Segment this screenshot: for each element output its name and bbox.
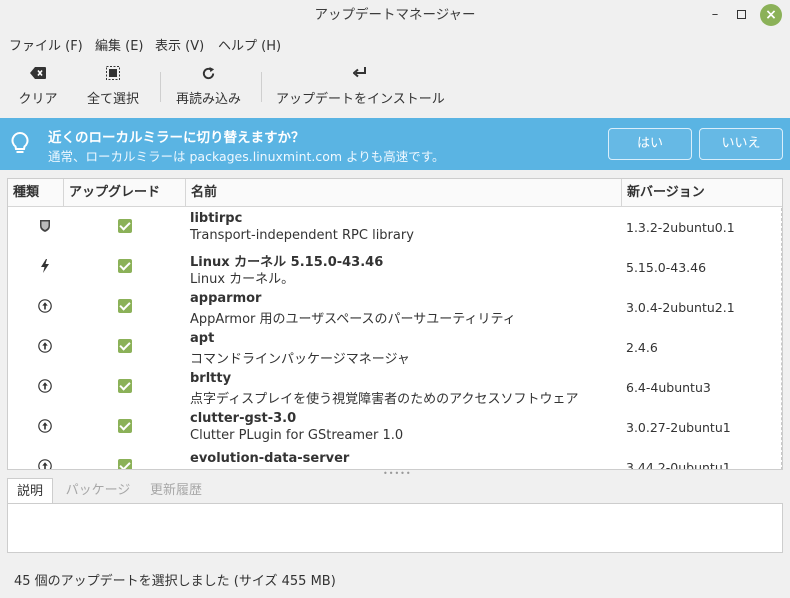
maximize-icon [736, 10, 746, 19]
yes-button[interactable]: はい [608, 128, 692, 160]
column-type[interactable]: 種類 [8, 179, 64, 207]
mirror-infobar: 近くのローカルミラーに切り替えますか？ 通常、ローカルミラーは packages… [0, 118, 790, 170]
maximize-button[interactable] [729, 0, 753, 30]
package-version: 3.0.27-2ubuntu1 [626, 420, 731, 435]
title-bar: アップデートマネージャー [0, 0, 790, 30]
shield-icon [28, 219, 62, 237]
up-arrow-icon [28, 299, 62, 317]
window-title: アップデートマネージャー [314, 7, 476, 23]
package-version: 3.44.2-0ubuntu1 [626, 460, 731, 470]
toolbar-separator [160, 72, 161, 102]
package-description: Linux カーネル。 [190, 272, 295, 287]
table-row[interactable]: brltty 点字ディスプレイを使う視覚障害者のためのアクセスソフトウェア 6.… [8, 368, 782, 408]
package-description: AppArmor 用のユーザスペースのパーサユーティリティ [190, 312, 516, 327]
package-description: Transport-independent RPC library [190, 228, 414, 243]
package-version: 3.0.4-2ubuntu2.1 [626, 300, 735, 315]
package-description: コマンドラインパッケージマネージャ [190, 352, 410, 367]
upgrade-checkbox[interactable] [118, 459, 132, 469]
refresh-label: 再読み込み [176, 92, 242, 107]
upgrade-checkbox[interactable] [118, 379, 132, 393]
package-version: 1.3.2-2ubuntu0.1 [626, 220, 735, 235]
column-upgrade[interactable]: アップグレード [64, 179, 186, 207]
status-text: 45 個のアップデートを選択しました (サイズ 455 MB) [14, 574, 336, 589]
lightning-icon [28, 259, 62, 277]
menu-view[interactable]: 表示 (V) [155, 35, 204, 54]
package-name: apparmor [190, 291, 262, 306]
minimize-button[interactable]: – [703, 0, 727, 30]
package-name: clutter-gst-3.0 [190, 411, 297, 426]
tab-description[interactable]: 説明 [7, 478, 53, 504]
table-row[interactable]: libtirpc Transport-independent RPC libra… [8, 208, 782, 248]
table-row[interactable]: Linux カーネル 5.15.0-43.46 Linux カーネル。 5.15… [8, 248, 782, 288]
up-arrow-icon [28, 419, 62, 437]
install-button[interactable]: アップデートをインストール [276, 66, 445, 107]
select-all-button[interactable]: 全て選択 [86, 66, 140, 107]
install-label: アップデートをインストール [276, 92, 445, 107]
menu-help[interactable]: ヘルプ (H) [218, 35, 281, 54]
upgrade-checkbox[interactable] [118, 299, 132, 313]
refresh-button[interactable]: 再読み込み [176, 66, 242, 107]
up-arrow-icon [28, 459, 62, 469]
lightbulb-icon [10, 131, 30, 156]
table-header: 種類 アップグレード 名前 新バージョン [8, 179, 782, 207]
package-name: evolution-data-server [190, 451, 350, 466]
table-row[interactable]: evolution-data-server 3.44.2-0ubuntu1 [8, 448, 782, 470]
up-arrow-icon [28, 339, 62, 357]
select-all-icon [86, 66, 140, 84]
package-name: apt [190, 331, 215, 346]
table-row[interactable]: apt コマンドラインパッケージマネージャ 2.4.6 [8, 328, 782, 368]
tab-packages[interactable]: パッケージ [63, 478, 133, 504]
install-icon [276, 66, 444, 84]
column-name[interactable]: 名前 [186, 179, 622, 207]
table-row[interactable]: clutter-gst-3.0 Clutter PLugin for GStre… [8, 408, 782, 448]
upgrade-checkbox[interactable] [118, 339, 132, 353]
select-all-label: 全て選択 [86, 92, 139, 107]
infobar-title: 近くのローカルミラーに切り替えますか？ [48, 130, 305, 146]
upgrade-checkbox[interactable] [118, 419, 132, 433]
no-button[interactable]: いいえ [699, 128, 783, 160]
package-description: Clutter PLugin for GStreamer 1.0 [190, 428, 404, 443]
toolbar: クリア 全て選択 再読み込み アップデートをインストール [0, 60, 790, 116]
package-description: 点字ディスプレイを使う視覚障害者のためのアクセスソフトウェア [190, 392, 579, 407]
menu-bar: ファイル (F) 編集 (E) 表示 (V) ヘルプ (H) [0, 31, 790, 57]
table-row[interactable]: apparmor AppArmor 用のユーザスペースのパーサユーティリティ 3… [8, 288, 782, 328]
package-name: libtirpc [190, 211, 243, 226]
column-new-version[interactable]: 新バージョン [622, 179, 782, 207]
description-panel [7, 503, 783, 553]
upgrade-checkbox[interactable] [118, 219, 132, 233]
tab-changelog[interactable]: 更新履歴 [147, 478, 205, 504]
close-button[interactable]: × [760, 4, 782, 26]
upgrade-checkbox[interactable] [118, 259, 132, 273]
up-arrow-icon [28, 379, 62, 397]
menu-file[interactable]: ファイル (F) [9, 35, 83, 54]
package-name: brltty [190, 371, 232, 386]
updates-table: 種類 アップグレード 名前 新バージョン libtirpc Transport-… [7, 178, 783, 470]
backspace-icon [18, 66, 58, 84]
package-version: 5.15.0-43.46 [626, 260, 707, 275]
clear-button[interactable]: クリア [18, 66, 58, 107]
infobar-subtitle: 通常、ローカルミラーは packages.linuxmint.com よりも高速… [48, 149, 445, 164]
package-version: 2.4.6 [626, 340, 658, 355]
menu-edit[interactable]: 編集 (E) [95, 35, 144, 54]
package-version: 6.4-4ubuntu3 [626, 380, 711, 395]
clear-label: クリア [18, 92, 58, 107]
refresh-icon [176, 66, 240, 84]
pane-resize-handle[interactable]: ••••• [383, 469, 412, 478]
scrollbar[interactable] [781, 208, 782, 469]
detail-tabs: 説明 パッケージ 更新履歴 [7, 478, 783, 504]
toolbar-separator [261, 72, 262, 102]
table-body: libtirpc Transport-independent RPC libra… [8, 208, 782, 470]
